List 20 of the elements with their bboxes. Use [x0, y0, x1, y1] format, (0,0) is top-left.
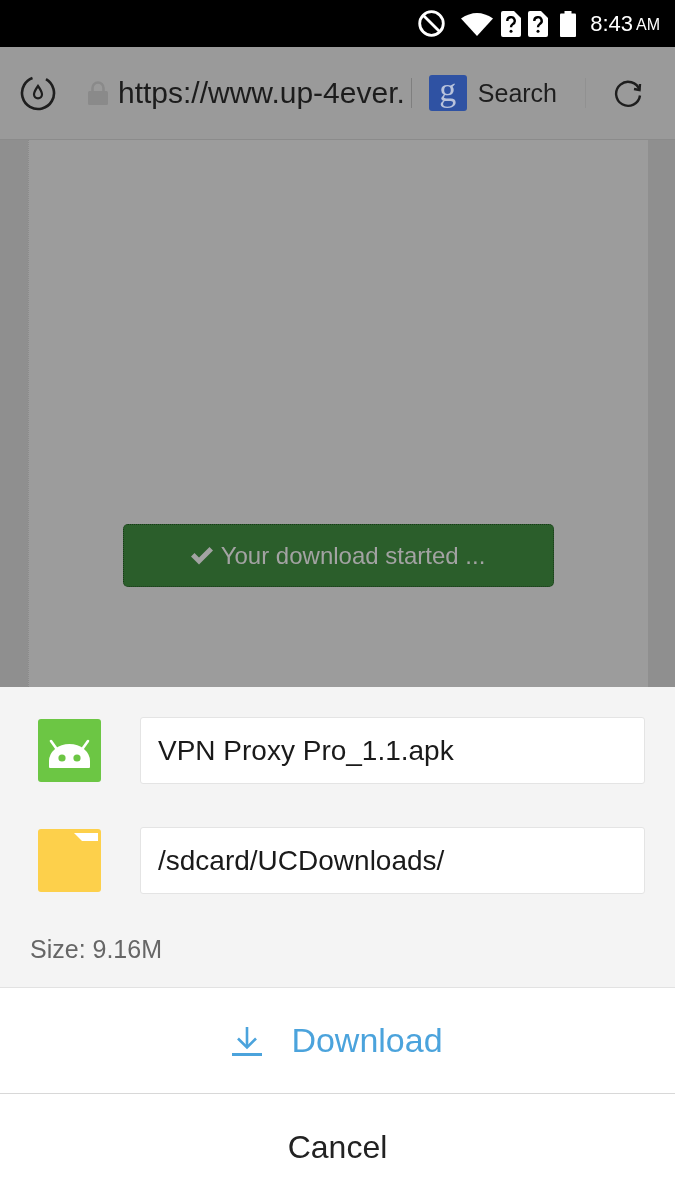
drop-icon[interactable] [20, 75, 56, 111]
clock-time: 8:43 [590, 10, 633, 37]
banner-text: Your download started ... [220, 541, 486, 570]
url-text[interactable]: https://www.up-4ever. [118, 75, 405, 111]
search-field[interactable]: Search [477, 78, 558, 108]
file-name-field[interactable]: VPN Proxy Pro_1.1.apk [140, 717, 645, 784]
battery-icon [560, 10, 577, 37]
android-app-icon [38, 719, 101, 782]
folder-icon [38, 829, 101, 892]
sim-unknown-icon [501, 10, 522, 37]
clock-meridiem: AM [636, 15, 660, 35]
do-not-disturb-icon [418, 10, 446, 37]
refresh-icon[interactable] [613, 78, 644, 108]
download-icon [232, 1025, 263, 1056]
folder-path-field[interactable]: /sdcard/UCDownloads/ [140, 827, 645, 894]
file-size-text: Size: 9.16M [30, 934, 162, 964]
sim-unknown-icon [528, 10, 549, 37]
wifi-icon [461, 11, 494, 36]
check-icon [190, 546, 213, 565]
search-engine-logo[interactable]: g [428, 75, 467, 111]
